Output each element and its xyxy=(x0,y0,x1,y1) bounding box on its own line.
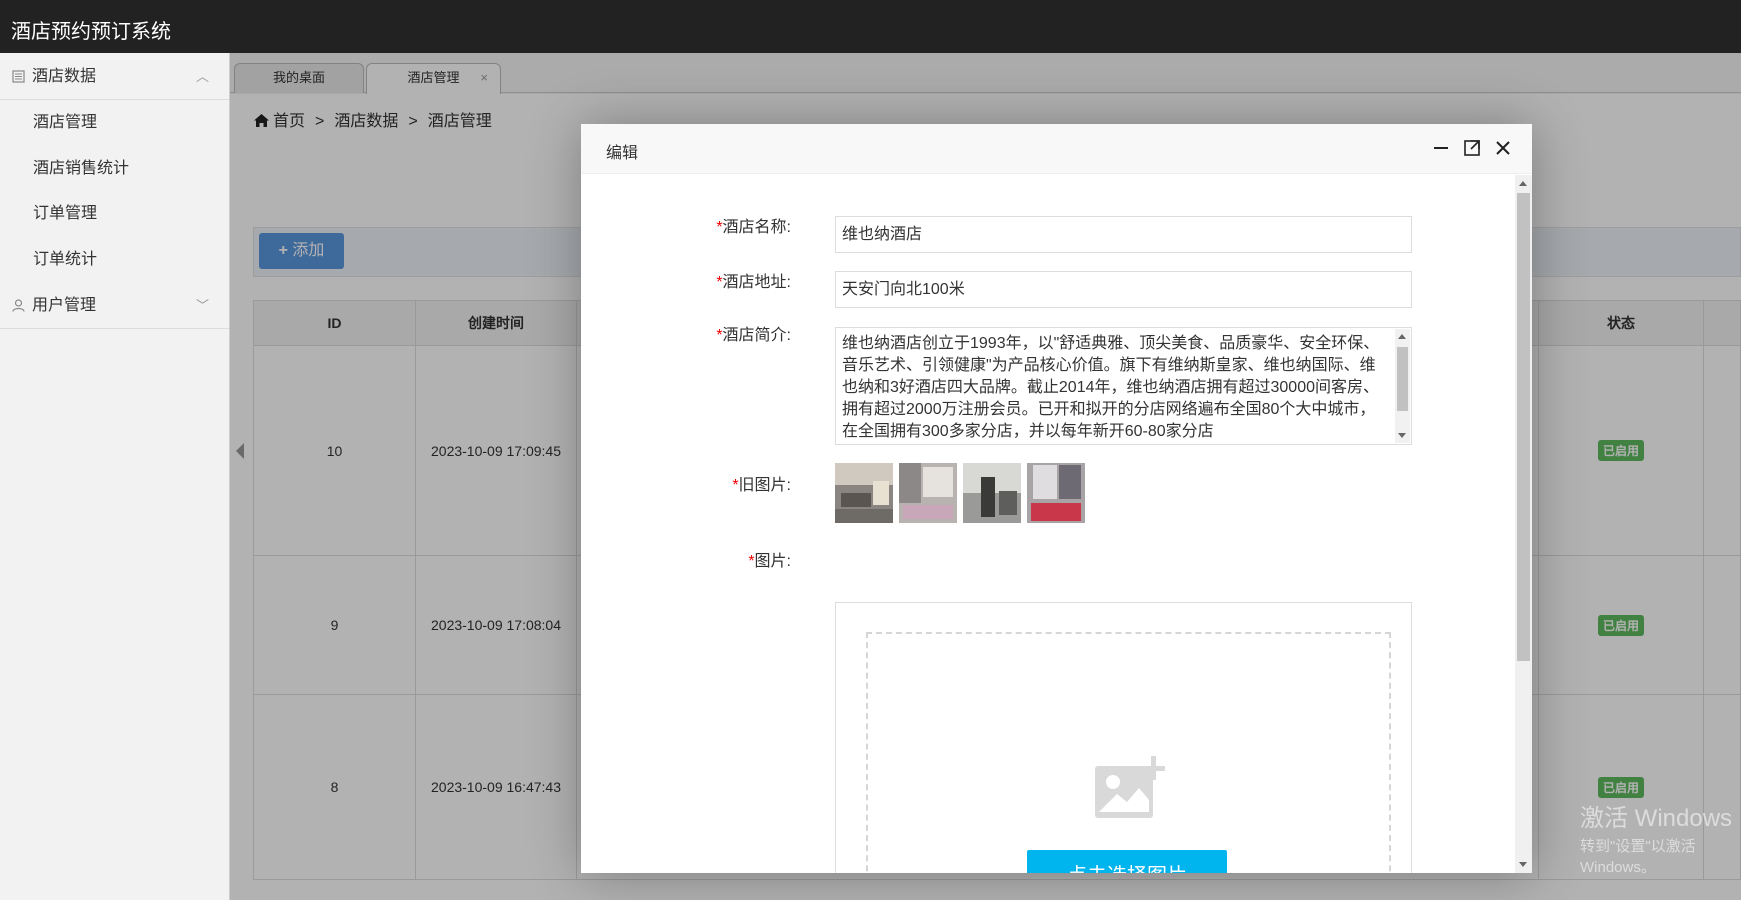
hotel-photo[interactable] xyxy=(899,463,957,523)
close-icon[interactable] xyxy=(1490,135,1516,161)
name-label: *酒店名称: xyxy=(581,213,791,237)
upload-dropzone[interactable]: 点击选择图片 xyxy=(866,632,1391,873)
book-icon xyxy=(12,70,25,83)
activation-watermark: 激活 Windows 转到"设置"以激活 Windows。 xyxy=(1580,798,1741,877)
hotel-photo[interactable] xyxy=(835,463,893,523)
label-text: 酒店简介: xyxy=(722,327,791,344)
dialog-header: 编辑 xyxy=(581,124,1532,174)
sidebar-group-label: 用户管理 xyxy=(32,297,97,314)
sidebar-group-user-manage[interactable]: 用户管理 ﹀ xyxy=(0,282,229,329)
maximize-icon[interactable] xyxy=(1459,135,1485,161)
hotel-photo[interactable] xyxy=(963,463,1021,523)
dialog-scrollbar[interactable] xyxy=(1515,175,1532,873)
sidebar-item-order-stats[interactable]: 订单统计 xyxy=(0,237,229,283)
sidebar-group-label: 酒店数据 xyxy=(32,68,97,85)
label-text: 图片: xyxy=(754,553,791,570)
sidebar-item-order-manage[interactable]: 订单管理 xyxy=(0,191,229,237)
label-text: 旧图片: xyxy=(738,477,791,494)
top-header: 酒店预约预订系统 xyxy=(0,0,1741,53)
intro-label: *酒店简介: xyxy=(581,321,791,345)
dialog-title: 编辑 xyxy=(606,145,639,162)
scroll-up-icon[interactable] xyxy=(1519,181,1527,186)
label-text: 酒店名称: xyxy=(722,219,791,236)
app-title: 酒店预约预订系统 xyxy=(11,21,171,43)
chevron-up-icon: ︿ xyxy=(195,69,209,84)
user-icon xyxy=(12,299,25,312)
image-upload-area: 点击选择图片 xyxy=(835,602,1412,873)
hotel-photo[interactable] xyxy=(1027,463,1085,523)
sidebar-item-hotel-sales-stats[interactable]: 酒店销售统计 xyxy=(0,146,229,192)
label-text: 酒店地址: xyxy=(722,274,791,291)
sidebar-group-hotel-data[interactable]: 酒店数据 ︿ xyxy=(0,53,229,100)
hotel-name-input[interactable]: 维也纳酒店 xyxy=(835,216,1412,253)
image-label: *图片: xyxy=(581,547,791,571)
address-label: *酒店地址: xyxy=(581,268,791,292)
scroll-thumb[interactable] xyxy=(1397,347,1408,411)
add-image-icon xyxy=(1095,756,1165,818)
minimize-icon[interactable] xyxy=(1428,135,1454,161)
watermark-line1: 激活 Windows xyxy=(1580,805,1733,832)
hotel-address-input[interactable]: 天安门向北100米 xyxy=(835,271,1412,308)
scroll-thumb[interactable] xyxy=(1517,193,1530,661)
sidebar: 酒店数据 ︿ 酒店管理 酒店销售统计 订单管理 订单统计 用户管理 ﹀ xyxy=(0,53,230,900)
scroll-up-icon[interactable] xyxy=(1398,334,1406,339)
old-images-label: *旧图片: xyxy=(581,471,791,495)
chevron-down-icon: ﹀ xyxy=(195,298,209,313)
scroll-down-icon[interactable] xyxy=(1519,862,1527,867)
sidebar-item-hotel-manage[interactable]: 酒店管理 xyxy=(0,100,229,146)
dialog-body: *酒店名称: *酒店地址: *酒店简介: *旧图片: *图片: 维也纳酒店 天安… xyxy=(581,175,1532,873)
textarea-scrollbar[interactable] xyxy=(1395,329,1410,443)
hotel-intro-textarea[interactable]: 维也纳酒店创立于1993年，以"舒适典雅、顶尖美食、品质豪华、安全环保、音乐艺术… xyxy=(835,327,1412,445)
edit-dialog: 编辑 *酒店名称: *酒店地址: *酒店简介: *旧图片: *图片: 维也纳酒店… xyxy=(581,124,1532,873)
watermark-line2: 转到"设置"以激活 Windows。 xyxy=(1580,838,1696,876)
pick-image-button[interactable]: 点击选择图片 xyxy=(1027,850,1227,873)
scroll-down-icon[interactable] xyxy=(1398,433,1406,438)
intro-text: 维也纳酒店创立于1993年，以"舒适典雅、顶尖美食、品质豪华、安全环保、音乐艺术… xyxy=(842,335,1380,440)
